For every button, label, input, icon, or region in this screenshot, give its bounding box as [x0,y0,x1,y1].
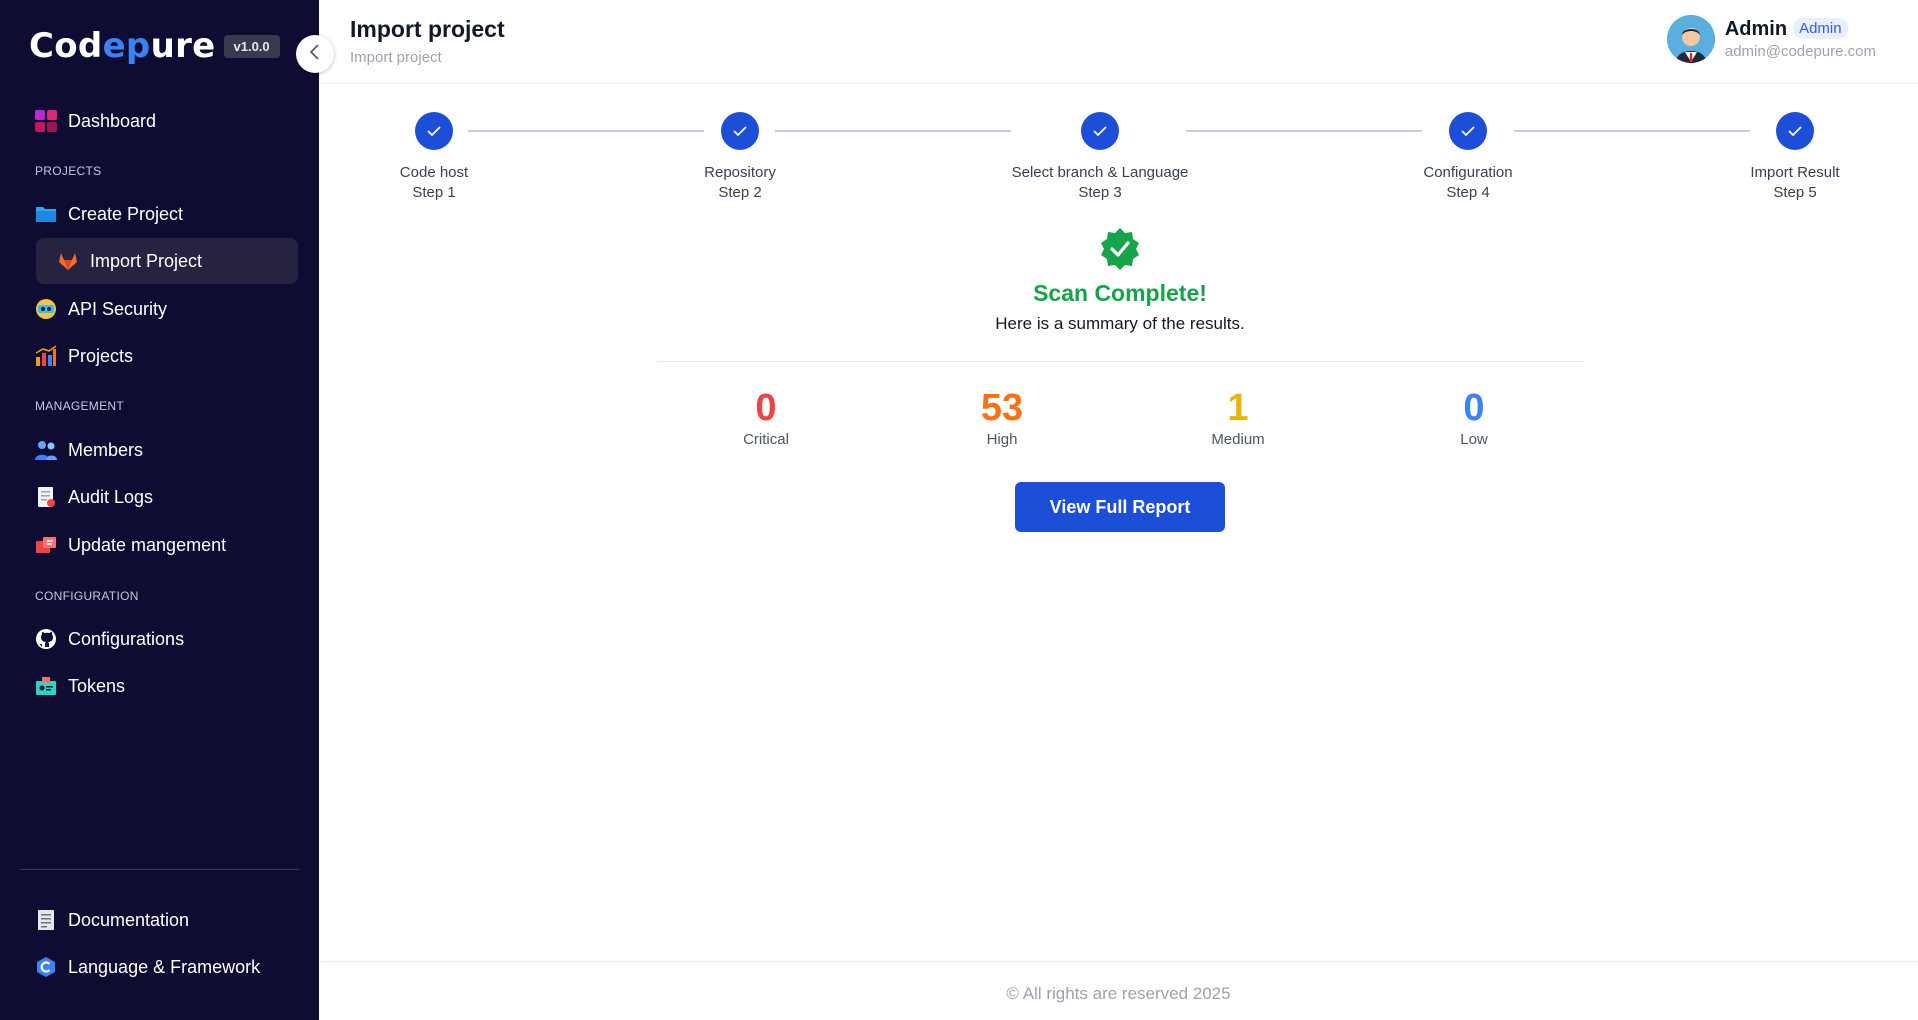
page-header: Import project Import project Admin Admin… [319,0,1918,84]
update-icon [34,533,58,557]
sidebar-divider [20,869,299,870]
step-label: Select branch & Language [1011,164,1189,181]
step-number: Step 3 [1078,184,1122,201]
sidebar-item-label: Members [68,439,144,460]
sidebar-item-label: Create Project [68,203,184,224]
metric-label: Low [1460,431,1488,448]
step-number: Step 5 [1773,184,1817,201]
step-2[interactable]: Repository Step 2 [690,112,790,203]
document-icon [34,908,58,932]
page-title: Import project [350,16,505,42]
avatar [1666,15,1715,63]
copyright-text: © All rights are reserved 2025 [1006,984,1231,1003]
sidebar-item-projects[interactable]: Projects [34,333,133,379]
logo-text: Codepure [29,26,216,66]
sidebar-item-label: Language & Framework [68,956,261,977]
footer: © All rights are reserved 2025 [319,961,1918,1020]
step-3[interactable]: Select branch & Language Step 3 [1000,112,1200,203]
step-number: Step 1 [412,184,456,201]
metric-value: 0 [1463,387,1485,429]
breadcrumb[interactable]: Import project [350,49,442,66]
metric-low: 0 Low [1394,385,1554,448]
sidebar-item-label: Audit Logs [68,486,154,507]
sidebar-item-label: Update mangement [68,534,227,555]
metric-high: 53 High [922,385,1082,448]
user-menu[interactable]: Admin Admin admin@codepure.com [1666,15,1876,63]
section-label-projects: PROJECTS [35,164,102,178]
sidebar-item-label: Dashboard [68,110,157,131]
sidebar-item-tokens[interactable]: Tokens [34,663,125,709]
section-label-configuration: CONFIGURATION [35,589,139,603]
metric-label: Medium [1211,431,1265,448]
step-connector [468,130,704,132]
metric-value: 1 [1227,387,1249,429]
sidebar-item-label: Documentation [68,909,190,930]
result-divider [658,361,1583,362]
step-label: Repository [704,164,776,181]
chevron-left-icon [308,43,322,66]
check-icon [721,112,759,150]
audit-log-icon [34,485,58,509]
scan-summary-subtitle: Here is a summary of the results. [995,314,1245,333]
sidebar-item-label: Import Project [90,250,203,271]
bar-chart-icon [34,344,58,368]
check-icon [1081,112,1119,150]
user-email: admin@codepure.com [1724,43,1876,60]
step-5[interactable]: Import Result Step 5 [1745,112,1845,203]
sidebar-item-import-project[interactable]: Import Project [36,238,298,284]
metric-medium: 1 Medium [1158,385,1318,448]
sidebar-item-label: Configurations [68,628,185,649]
check-icon [1449,112,1487,150]
user-info: Admin Admin admin@codepure.com [1725,18,1876,60]
scan-complete-title: Scan Complete! [1033,280,1207,306]
version-badge: v1.0.0 [223,34,280,58]
sidebar-item-members[interactable]: Members [34,427,143,473]
step-connector [1186,130,1422,132]
metric-value: 53 [980,387,1024,429]
sidebar: Codepure v1.0.0 Dashboard PROJECTS Creat… [0,0,319,1020]
metric-label: Critical [743,431,789,448]
role-badge: Admin [1793,18,1848,39]
sidebar-item-language-framework[interactable]: Language & Framework [34,944,260,990]
check-icon [1776,112,1814,150]
sidebar-item-dashboard[interactable]: Dashboard [34,98,156,144]
metric-value: 0 [755,387,777,429]
step-connector [1514,130,1750,132]
members-icon [34,438,58,462]
metric-critical: 0 Critical [686,385,846,448]
sidebar-item-label: Tokens [68,675,126,696]
sidebar-item-audit-logs[interactable]: Audit Logs [34,474,153,520]
sidebar-item-update-management[interactable]: Update mangement [34,522,226,568]
step-4[interactable]: Configuration Step 4 [1418,112,1518,203]
section-label-management: MANAGEMENT [35,399,125,413]
step-number: Step 4 [1446,184,1490,201]
sidebar-item-configurations[interactable]: Configurations [34,616,184,662]
step-1[interactable]: Code host Step 1 [384,112,484,203]
check-icon [415,112,453,150]
verified-badge-icon [1097,226,1143,277]
sidebar-item-create-project[interactable]: Create Project [34,191,183,237]
step-label: Import Result [1750,164,1840,181]
user-name: Admin [1724,18,1788,40]
sidebar-item-documentation[interactable]: Documentation [34,897,189,943]
step-label: Code host [399,164,469,181]
view-full-report-button[interactable]: View Full Report [1015,482,1225,532]
step-connector [775,130,1011,132]
sidebar-collapse-button[interactable] [296,35,334,73]
logo[interactable]: Codepure v1.0.0 [29,26,280,66]
step-number: Step 2 [718,184,762,201]
gitlab-icon [56,249,80,273]
metric-label: High [986,431,1018,448]
step-label: Configuration [1423,164,1513,181]
c-language-icon [34,955,58,979]
dashboard-icon [34,109,58,133]
github-icon [34,627,58,651]
token-icon [34,674,58,698]
folder-icon [34,202,58,226]
sidebar-item-label: Projects [68,345,134,366]
